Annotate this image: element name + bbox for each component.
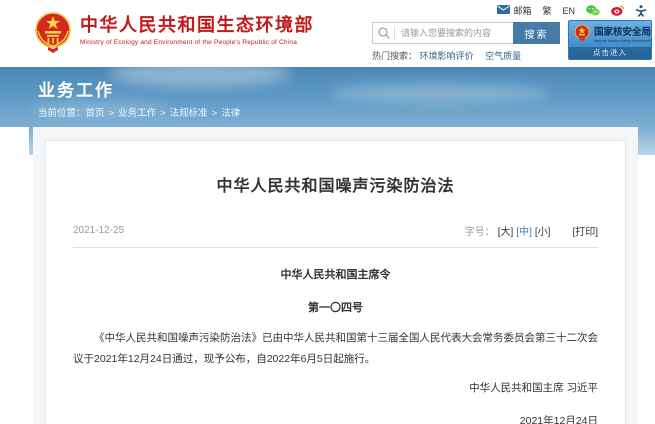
article-title: 中华人民共和国噪声污染防治法 [73,172,598,196]
font-size-tools: 字号：[大][中][小] [打印] [465,223,598,238]
page: 中华人民共和国生态环境部 Ministry of Ecology and Env… [0,0,655,424]
accessibility-icon[interactable] [635,5,647,17]
decree-number: 第一〇四号 [73,299,598,315]
nuclear-safety-banner[interactable]: 国家核安全局 National Nuclear Safety Administr… [568,20,652,60]
breadcrumb-regulations[interactable]: 法规标准 [170,108,208,119]
nuclear-title: 国家核安全局 [594,28,652,38]
english-link[interactable]: EN [562,6,575,16]
font-large-button[interactable]: [大] [498,227,514,238]
decree-paragraph: 《中华人民共和国噪声污染防治法》已由中华人民共和国第十三届全国人民代表大会常务委… [73,328,598,370]
hot-search-label: 热门搜索： [372,51,417,61]
decree-signer: 中华人民共和国主席 习近平 [73,380,598,395]
breadcrumb-separator: > [160,108,166,119]
search-divider [394,26,395,40]
publish-date: 2021-12-25 [73,225,124,236]
national-emblem-icon [34,9,72,60]
weibo-icon[interactable] [611,5,624,16]
mail-icon [497,5,510,16]
nuclear-subtitle: National Nuclear Safety Administration [594,39,652,43]
nuclear-emblem-icon [574,24,590,47]
breadcrumb-separator: > [109,108,115,119]
breadcrumb-separator: > [212,108,218,119]
section-title: 业务工作 [38,76,114,101]
meta-divider [73,247,598,248]
site-subtitle: Ministry of Ecology and Environment of t… [80,39,314,46]
utility-nav: 邮箱 繁 EN [497,4,647,17]
decree-heading: 中华人民共和国主席令 [73,266,598,282]
decree-sign-date: 2021年12月24日 [73,413,598,424]
hot-search-row: 热门搜索： 环境影响评价 空气质量 [372,49,530,62]
nuclear-enter-button[interactable]: 点击进入 [569,47,651,59]
ministry-logo[interactable]: 中华人民共和国生态环境部 Ministry of Ecology and Env… [34,9,314,60]
hot-search-link-air[interactable]: 空气质量 [485,51,521,61]
search-box: 搜索 [372,22,560,44]
cloud-decoration [110,67,290,87]
breadcrumb-label: 当前位置： [38,108,86,119]
font-size-label: 字号： [465,227,495,238]
article-card: 中华人民共和国噪声污染防治法 2021-12-25 字号：[大][中][小] [打… [45,140,626,424]
cloud-decoration [330,83,550,103]
breadcrumb-home[interactable]: 首页 [86,108,105,119]
article-meta: 2021-12-25 字号：[大][中][小] [打印] [73,223,598,238]
font-medium-button[interactable]: [中] [516,227,532,238]
hot-search-link-eia[interactable]: 环境影响评价 [420,51,474,61]
background-mask [0,127,29,155]
print-button[interactable]: [打印] [572,227,598,238]
wechat-icon[interactable] [586,5,600,16]
font-small-button[interactable]: [小] [535,227,551,238]
breadcrumb-business[interactable]: 业务工作 [118,108,156,119]
breadcrumb: 当前位置：首页>业务工作>法规标准>法律 [38,105,240,119]
breadcrumb-law[interactable]: 法律 [221,108,240,119]
traditional-chinese-link[interactable]: 繁 [542,4,551,17]
site-title: 中华人民共和国生态环境部 [80,13,314,37]
content-area: 中华人民共和国噪声污染防治法 2021-12-25 字号：[大][中][小] [打… [33,127,638,424]
site-header: 中华人民共和国生态环境部 Ministry of Ecology and Env… [0,0,655,67]
mail-label: 邮箱 [513,4,531,17]
search-button[interactable]: 搜索 [513,22,560,44]
mail-link[interactable]: 邮箱 [497,4,531,17]
